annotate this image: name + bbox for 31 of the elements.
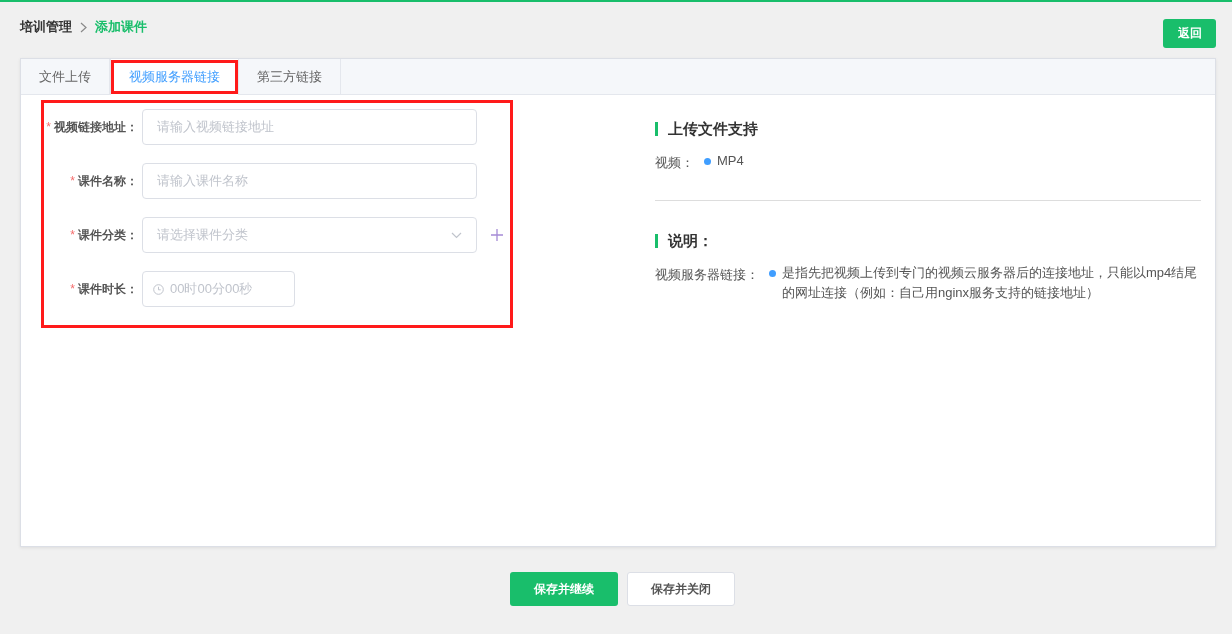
field-label: 课件分类： bbox=[78, 227, 138, 242]
info-text: MP4 bbox=[717, 152, 744, 170]
breadcrumb-current: 添加课件 bbox=[95, 18, 147, 36]
back-button[interactable]: 返回 bbox=[1163, 19, 1216, 48]
field-label: 课件名称： bbox=[78, 173, 138, 188]
caret-icon bbox=[451, 231, 462, 239]
field-label: 课件时长： bbox=[78, 281, 138, 296]
bullet-icon bbox=[769, 270, 776, 277]
section-title: 上传文件支持 bbox=[655, 122, 1201, 136]
required-mark: * bbox=[70, 173, 75, 188]
info-text: 是指先把视频上传到专门的视频云服务器后的连接地址，只能以mp4结尾的网址连接（例如：自己用nginx服务支持的链接地址） bbox=[782, 264, 1199, 302]
field-label: 视频链接地址： bbox=[54, 119, 138, 134]
tab[interactable]: 视频服务器链接 bbox=[110, 59, 239, 95]
clock-icon bbox=[153, 283, 164, 295]
info-label: 视频服务器链接： bbox=[655, 266, 759, 284]
breadcrumb-link[interactable]: 培训管理 bbox=[20, 18, 72, 36]
chevron-right-icon bbox=[80, 21, 87, 33]
required-mark: * bbox=[70, 281, 75, 296]
bullet-icon bbox=[704, 158, 711, 165]
plus-icon[interactable] bbox=[491, 229, 503, 241]
input-field[interactable]: 请输入课件名称 bbox=[142, 163, 477, 199]
save-continue-button[interactable]: 保存并继续 bbox=[509, 572, 618, 606]
input-field[interactable]: 请输入视频链接地址 bbox=[142, 109, 477, 145]
tab[interactable]: 第三方链接 bbox=[239, 59, 341, 94]
section-title: 说明： bbox=[655, 234, 1201, 248]
required-mark: * bbox=[70, 227, 75, 242]
time-field[interactable]: 00时00分00秒 bbox=[142, 271, 295, 307]
save-close-button[interactable]: 保存并关闭 bbox=[626, 572, 735, 606]
info-label: 视频： bbox=[655, 154, 694, 172]
select-field[interactable]: 请选择课件分类 bbox=[142, 217, 477, 253]
required-mark: * bbox=[46, 119, 51, 134]
